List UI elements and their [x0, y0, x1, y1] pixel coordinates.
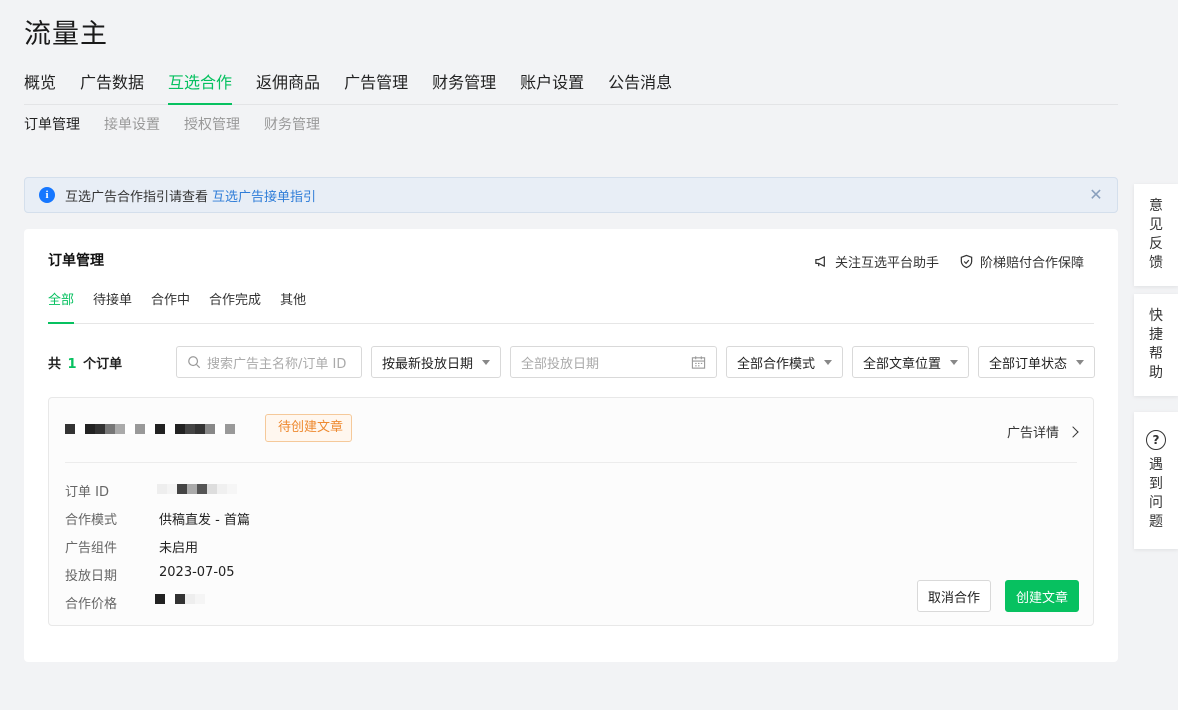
- calendar-icon: [691, 356, 706, 369]
- sort-select-value: 按最新投放日期: [382, 356, 474, 372]
- close-icon[interactable]: ✕: [1089, 186, 1103, 204]
- search-icon: [188, 356, 201, 369]
- date-placeholder: 全部投放日期: [521, 356, 600, 372]
- ad-detail-label: 广告详情: [1006, 426, 1059, 441]
- search-input[interactable]: 搜索广告主名称/订单 ID: [176, 346, 362, 378]
- status-tab-all[interactable]: 全部: [48, 292, 75, 324]
- order-item: 待创建文章 广告详情 订单 ID 合作模式 供稿直发 - 首篇 广告组件 未启用…: [48, 397, 1094, 626]
- feedback-char: 反: [1149, 236, 1163, 252]
- field-value-component: 未启用: [159, 541, 199, 556]
- problem-char: 问: [1149, 494, 1163, 511]
- question-circle-icon: ?: [1146, 429, 1166, 450]
- problem-report-button[interactable]: ? 遇 到 问 题: [1134, 412, 1178, 549]
- shortcut-help-button[interactable]: 快 捷 帮 助: [1134, 294, 1178, 396]
- chevron-right-icon: [1067, 425, 1079, 438]
- feedback-button[interactable]: 意 见 反 馈: [1134, 184, 1178, 286]
- order-count: 共 1 个订单: [48, 353, 122, 372]
- subtab-order-management[interactable]: 订单管理: [24, 116, 80, 134]
- notice-text: 互选广告合作指引请查看: [65, 189, 209, 205]
- tab-mutual-selection[interactable]: 互选合作: [168, 72, 233, 105]
- shortcut-help-char: 快: [1149, 308, 1163, 324]
- field-label-mode: 合作模式: [65, 513, 118, 528]
- problem-char: 题: [1149, 513, 1163, 530]
- subtab-order-settings[interactable]: 接单设置: [104, 116, 160, 134]
- notice-banner: i 互选广告合作指引请查看 互选广告接单指引 ✕: [24, 177, 1118, 213]
- status-badge: 待创建文章: [265, 414, 353, 442]
- status-tab-completed[interactable]: 合作完成: [209, 292, 261, 324]
- mode-select-value: 全部合作模式: [737, 356, 816, 372]
- tab-ad-data[interactable]: 广告数据: [80, 72, 144, 105]
- caret-down-icon: [950, 360, 958, 365]
- sort-select[interactable]: 按最新投放日期: [371, 346, 501, 378]
- position-select-value: 全部文章位置: [863, 356, 942, 372]
- order-panel: 订单管理 关注互选平台助手 阶梯赔付合作保障 全部 待接单 合作中 合作完成 其…: [24, 229, 1118, 662]
- field-label-component: 广告组件: [65, 541, 118, 556]
- status-select[interactable]: 全部订单状态: [978, 346, 1095, 378]
- tab-overview[interactable]: 概览: [24, 72, 56, 105]
- tab-account-settings[interactable]: 账户设置: [520, 72, 584, 105]
- advertiser-name-redacted: [65, 424, 235, 434]
- shortcut-help-char: 帮: [1149, 346, 1163, 362]
- tab-finance[interactable]: 财务管理: [432, 72, 496, 105]
- status-tab-pending[interactable]: 待接单: [93, 292, 132, 324]
- order-count-suffix: 个订单: [83, 357, 123, 372]
- feedback-char: 馈: [1149, 255, 1163, 271]
- subtab-authorization[interactable]: 授权管理: [184, 116, 240, 134]
- subtab-finance[interactable]: 财务管理: [264, 116, 320, 134]
- position-select[interactable]: 全部文章位置: [852, 346, 969, 378]
- status-tab-other[interactable]: 其他: [280, 292, 306, 324]
- compensation-guarantee-link[interactable]: 阶梯赔付合作保障: [959, 252, 1084, 271]
- main-nav: 概览 广告数据 互选合作 返佣商品 广告管理 财务管理 账户设置 公告消息: [24, 72, 1118, 105]
- panel-title: 订单管理: [48, 253, 104, 269]
- create-article-button[interactable]: 创建文章: [1005, 580, 1079, 612]
- status-select-value: 全部订单状态: [989, 356, 1068, 372]
- caret-down-icon: [482, 360, 490, 365]
- field-label-order-id: 订单 ID: [65, 485, 109, 500]
- shortcut-help-char: 捷: [1149, 327, 1163, 343]
- follow-assistant-link[interactable]: 关注互选平台助手: [814, 252, 939, 271]
- problem-char: 到: [1149, 475, 1163, 492]
- problem-char: 遇: [1149, 456, 1163, 473]
- app-title: 流量主: [24, 19, 108, 50]
- caret-down-icon: [1076, 360, 1084, 365]
- status-tab-in-progress[interactable]: 合作中: [151, 292, 190, 324]
- shortcut-help-char: 助: [1149, 365, 1163, 381]
- compensation-guarantee-label: 阶梯赔付合作保障: [980, 256, 1085, 271]
- order-count-prefix: 共: [48, 357, 62, 372]
- notice-guide-link[interactable]: 互选广告接单指引: [212, 186, 316, 205]
- tab-announcements[interactable]: 公告消息: [608, 72, 672, 105]
- date-range-picker[interactable]: 全部投放日期: [510, 346, 717, 378]
- order-count-value: 1: [67, 357, 77, 372]
- shield-check-icon: [960, 254, 973, 269]
- field-label-date: 投放日期: [65, 569, 118, 584]
- order-divider: [65, 462, 1077, 463]
- feedback-char: 见: [1149, 217, 1163, 233]
- tab-ad-management[interactable]: 广告管理: [344, 72, 408, 105]
- field-value-mode: 供稿直发 - 首篇: [159, 513, 250, 528]
- ad-detail-link[interactable]: 广告详情: [1006, 422, 1079, 441]
- status-tabs: 全部 待接单 合作中 合作完成 其他: [48, 292, 1094, 324]
- tab-rebate-products[interactable]: 返佣商品: [256, 72, 320, 105]
- mode-select[interactable]: 全部合作模式: [726, 346, 843, 378]
- feedback-char: 意: [1149, 198, 1163, 214]
- field-label-price: 合作价格: [65, 597, 118, 612]
- caret-down-icon: [824, 360, 832, 365]
- megaphone-icon: [815, 256, 825, 267]
- info-icon: i: [39, 187, 55, 203]
- order-id-redacted: [157, 484, 237, 494]
- cancel-cooperation-button[interactable]: 取消合作: [917, 580, 991, 612]
- follow-assistant-label: 关注互选平台助手: [835, 256, 940, 271]
- sub-nav: 订单管理 接单设置 授权管理 财务管理: [24, 116, 344, 134]
- price-redacted: [155, 594, 205, 604]
- search-placeholder: 搜索广告主名称/订单 ID: [207, 356, 347, 372]
- field-value-date: 2023-07-05: [159, 565, 235, 580]
